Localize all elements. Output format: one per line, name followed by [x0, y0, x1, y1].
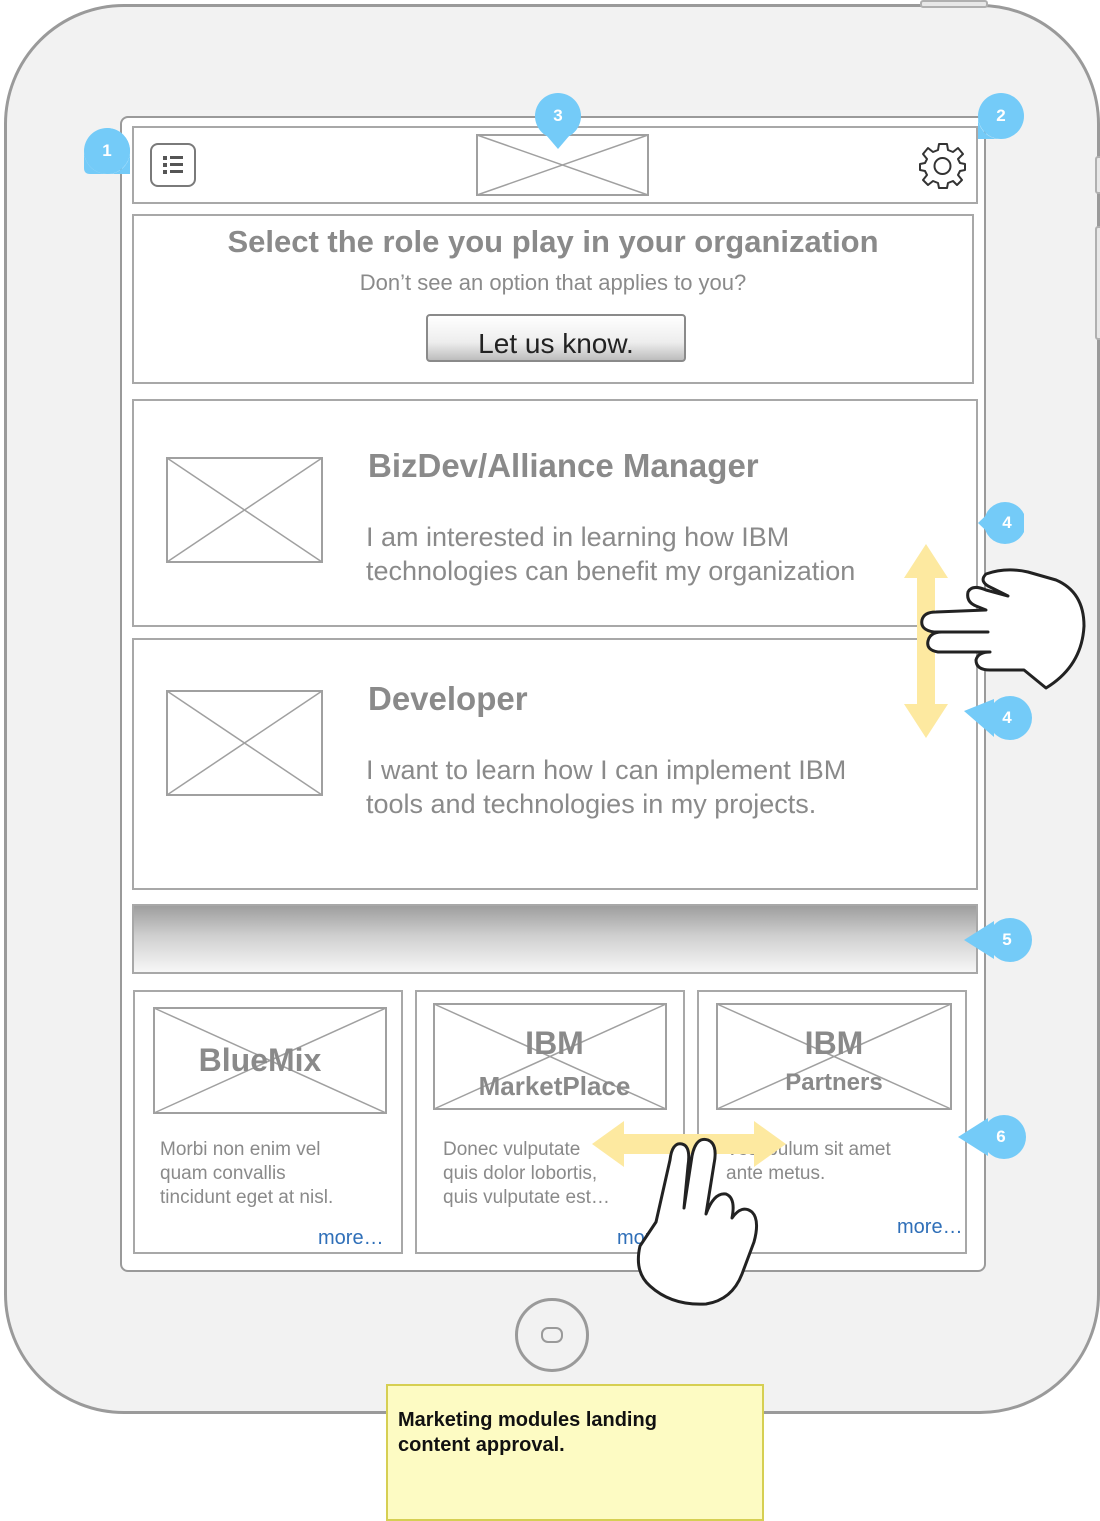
role-title: BizDev/Alliance Manager: [368, 447, 759, 484]
module-text: Morbi non enim vel: [160, 1139, 321, 1160]
promo-banner[interactable]: [132, 904, 978, 974]
role-description: technologies can benefit my organization: [366, 556, 856, 586]
home-button-inner: [541, 1327, 563, 1343]
callout-badge: 1: [84, 128, 130, 174]
callout-number: 1: [102, 141, 112, 160]
callout-badge: 4: [978, 500, 1024, 546]
role-description: I am interested in learning how IBM: [366, 522, 790, 552]
role-description: tools and technologies in my projects.: [366, 789, 817, 819]
role-title: Developer: [368, 680, 528, 717]
callout-number: 6: [996, 1127, 1006, 1146]
callout-number: 2: [996, 106, 1006, 125]
callout-badge: 6: [958, 1114, 1026, 1160]
note-text: Marketing modules landing content approv…: [398, 1409, 657, 1456]
settings-button[interactable]: [918, 140, 968, 190]
intro-subtitle: Don’t see an option that applies to you?: [359, 270, 747, 295]
sticky-note: Marketing modules landing content approv…: [386, 1384, 764, 1521]
more-link[interactable]: more…: [897, 1216, 963, 1239]
module-title: IBM: [804, 1025, 864, 1061]
module-text: quis vulputate est…: [443, 1187, 610, 1208]
module-title: MarketPlace: [478, 1071, 631, 1101]
swipe-hand-icon: [916, 562, 1090, 692]
module-text: quis dolor lobortis,: [443, 1163, 598, 1184]
module-text: Donec vulputate: [443, 1139, 581, 1160]
more-link[interactable]: more…: [318, 1227, 384, 1250]
two-finger-hand-icon: [628, 1134, 764, 1306]
gear-icon: [919, 143, 966, 189]
callout-badge: 3: [535, 93, 581, 149]
callout-number: 4: [1002, 513, 1012, 532]
module-title: BlueMix: [198, 1042, 322, 1078]
callout-badge: 5: [964, 917, 1032, 963]
module-text: quam convallis: [160, 1163, 286, 1184]
list-icon: [163, 156, 183, 174]
home-button[interactable]: [515, 1298, 589, 1372]
device-side-button: [1095, 156, 1100, 194]
module-title: Partners: [785, 1069, 883, 1096]
let-us-know-label: Let us know.: [478, 328, 634, 359]
menu-button[interactable]: [150, 143, 196, 187]
callout-badge: 4: [964, 695, 1032, 741]
callout-badge: 2: [978, 93, 1024, 139]
module-text: tincidunt eget at nisl.: [160, 1187, 334, 1208]
device-side-button: [1095, 226, 1100, 340]
device-top-button: [920, 0, 988, 8]
callout-number: 3: [553, 106, 563, 125]
callout-number: 4: [1002, 708, 1012, 727]
let-us-know-button[interactable]: Let us know.: [426, 314, 686, 362]
callout-number: 5: [1002, 930, 1012, 949]
role-description: I want to learn how I can implement IBM: [366, 755, 847, 785]
page-title: Select the role you play in your organiz…: [227, 224, 879, 259]
role-image-placeholder: [166, 690, 323, 796]
module-title: IBM: [525, 1025, 584, 1061]
role-image-placeholder: [166, 457, 323, 563]
